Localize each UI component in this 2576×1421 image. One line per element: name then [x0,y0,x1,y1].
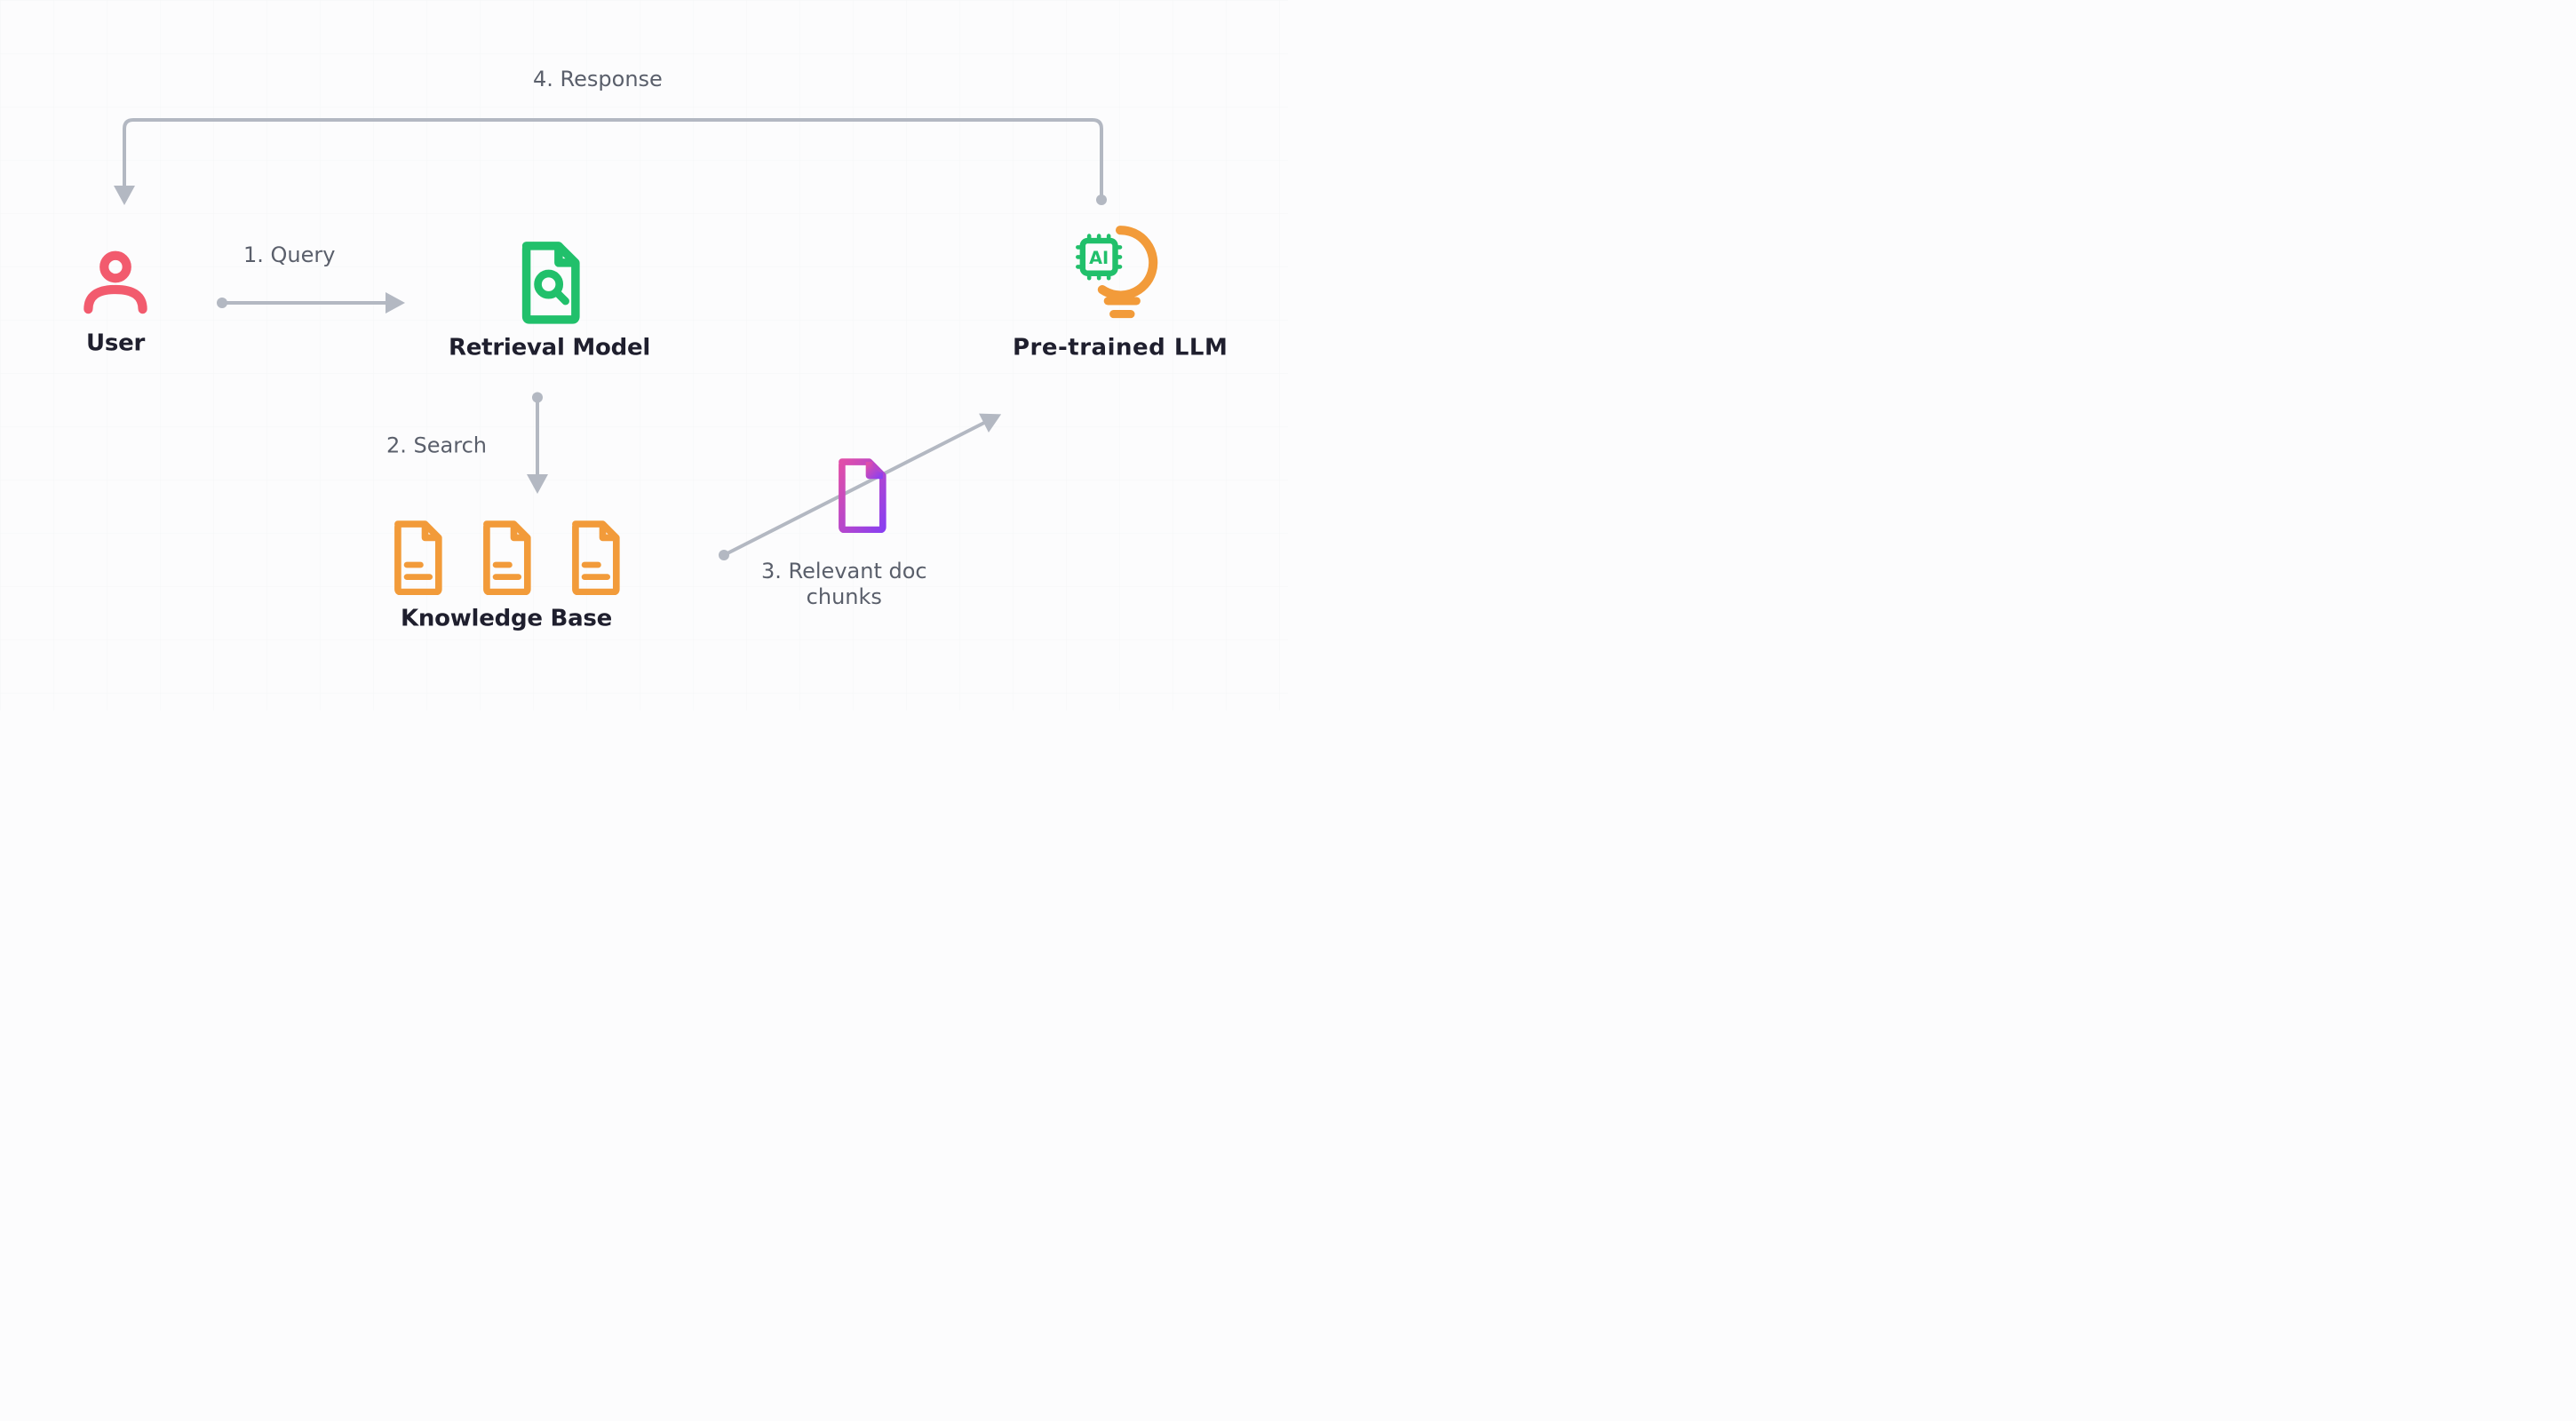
rag-architecture-diagram: 4. Response 1. Query 2. Search 3. Releva… [0,0,1288,710]
document-icon [386,520,449,597]
node-llm-label: Pre-trained LLM [1013,334,1228,361]
label-search: 2. Search [386,433,487,458]
svg-text:AI: AI [1089,248,1109,268]
doc-chunk [831,457,893,535]
node-user-label: User [86,329,145,356]
document-icon [475,520,537,597]
node-user: User [78,244,154,356]
label-query: 1. Query [243,242,335,267]
node-kb-label: Knowledge Base [401,605,612,631]
label-chunks: 3. Relevant docchunks [761,559,927,610]
user-icon [78,244,154,322]
search-document-icon [510,240,590,326]
label-response: 4. Response [533,67,663,91]
node-retrieval-label: Retrieval Model [449,334,650,361]
document-icon [564,520,626,597]
ai-lightbulb-icon: AI [1071,218,1169,326]
node-knowledge-base: Knowledge Base [386,520,626,631]
document-chunk-icon [831,457,893,535]
node-llm: AI Pre-trained LLM [1013,218,1228,361]
node-retrieval: Retrieval Model [449,240,650,361]
